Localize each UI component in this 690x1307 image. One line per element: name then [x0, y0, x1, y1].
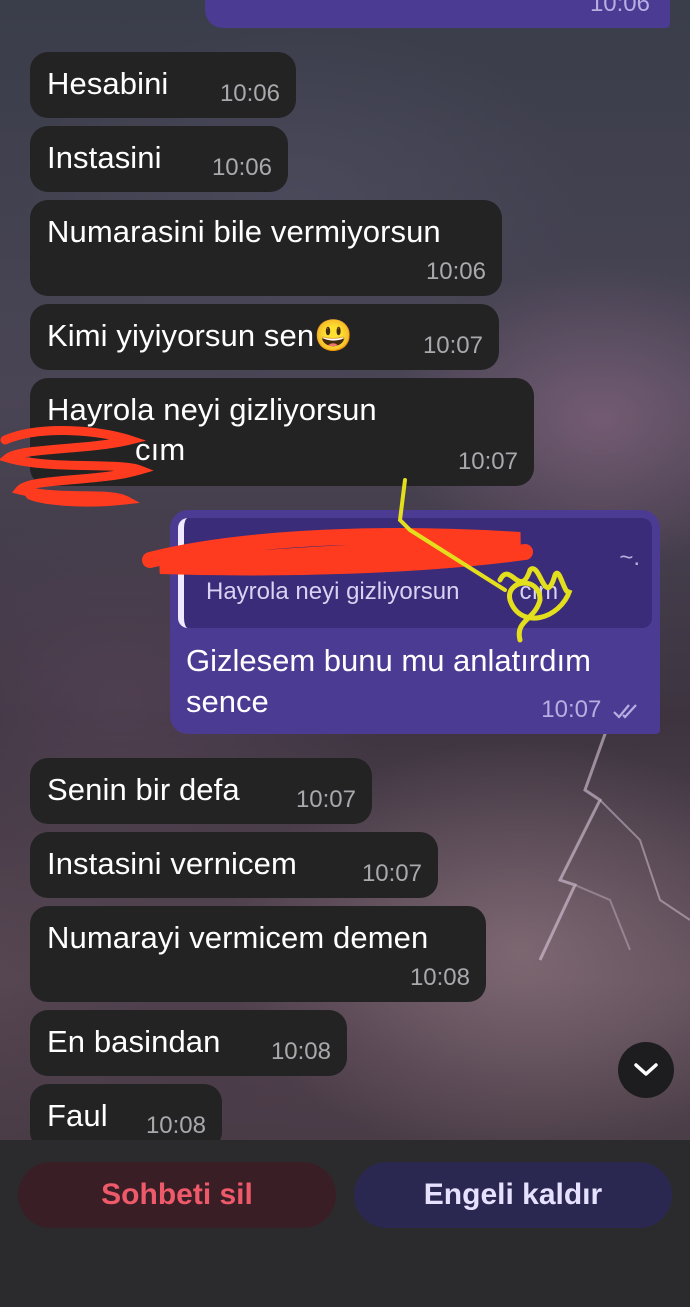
incoming-message[interactable]: Senin bir defa 10:07	[30, 758, 372, 824]
message-time: 10:08	[409, 964, 470, 991]
incoming-message[interactable]: Numarayi vermicem demen 10:08	[30, 906, 486, 1002]
message-text: Kimi yiyiyorsun sen😃	[47, 318, 353, 353]
message-time: 10:06	[589, 0, 650, 17]
delete-chat-button[interactable]: Sohbeti sil	[18, 1162, 336, 1228]
chat-area[interactable]: 10:06 Hesabini 10:06 Instasini 10:06 Num…	[0, 0, 690, 1140]
bottom-action-bar: Sohbeti sil Engeli kaldır	[0, 1140, 690, 1307]
message-text-line1: Hayrola neyi gizliyorsun	[47, 392, 377, 427]
message-text: Numarasini bile vermiyorsun	[47, 214, 441, 249]
quote-symbol: ~.	[619, 544, 640, 571]
outgoing-message-partial[interactable]: 10:06	[205, 0, 670, 28]
incoming-message[interactable]: Instasini vernicem 10:07	[30, 832, 438, 898]
message-time: 10:07	[295, 786, 356, 813]
quote-text: Hayrola neyi gizliyorsun cım	[206, 578, 559, 605]
incoming-message[interactable]: Kimi yiyiyorsun sen😃 10:07	[30, 304, 499, 370]
incoming-message[interactable]: Instasini 10:06	[30, 126, 288, 192]
message-time: 10:08	[145, 1112, 206, 1139]
incoming-message[interactable]: Faul 10:08	[30, 1084, 222, 1140]
message-time: 10:07	[457, 448, 518, 475]
double-check-icon	[613, 703, 637, 719]
message-time: 10:06	[211, 154, 272, 181]
message-time: 10:06	[425, 258, 486, 285]
message-time: 10:08	[270, 1038, 331, 1065]
quoted-message[interactable]: ~. Hayrola neyi gizliyorsun cım	[178, 518, 652, 628]
incoming-message[interactable]: En basindan 10:08	[30, 1010, 347, 1076]
scroll-to-bottom-button[interactable]	[618, 1042, 674, 1098]
incoming-message[interactable]: Hesabini 10:06	[30, 52, 296, 118]
incoming-message[interactable]: Hayrola neyi gizliyorsun cım 10:07	[30, 378, 534, 486]
unblock-button[interactable]: Engeli kaldır	[354, 1162, 672, 1228]
message-time: 10:07	[361, 860, 422, 887]
chevron-down-icon	[634, 1063, 658, 1076]
outgoing-reply-message[interactable]: ~. Hayrola neyi gizliyorsun cım Gizlesem …	[170, 510, 660, 734]
message-text-line1: Gizlesem bunu mu anlatırdım	[186, 643, 591, 678]
message-time: 10:06	[219, 80, 280, 107]
message-time: 10:07	[422, 332, 483, 359]
incoming-message[interactable]: Numarasini bile vermiyorsun 10:06	[30, 200, 502, 296]
message-text-line2: cım	[135, 432, 186, 467]
message-time: 10:07	[541, 696, 642, 724]
message-text: Numarayi vermicem demen	[47, 920, 429, 955]
